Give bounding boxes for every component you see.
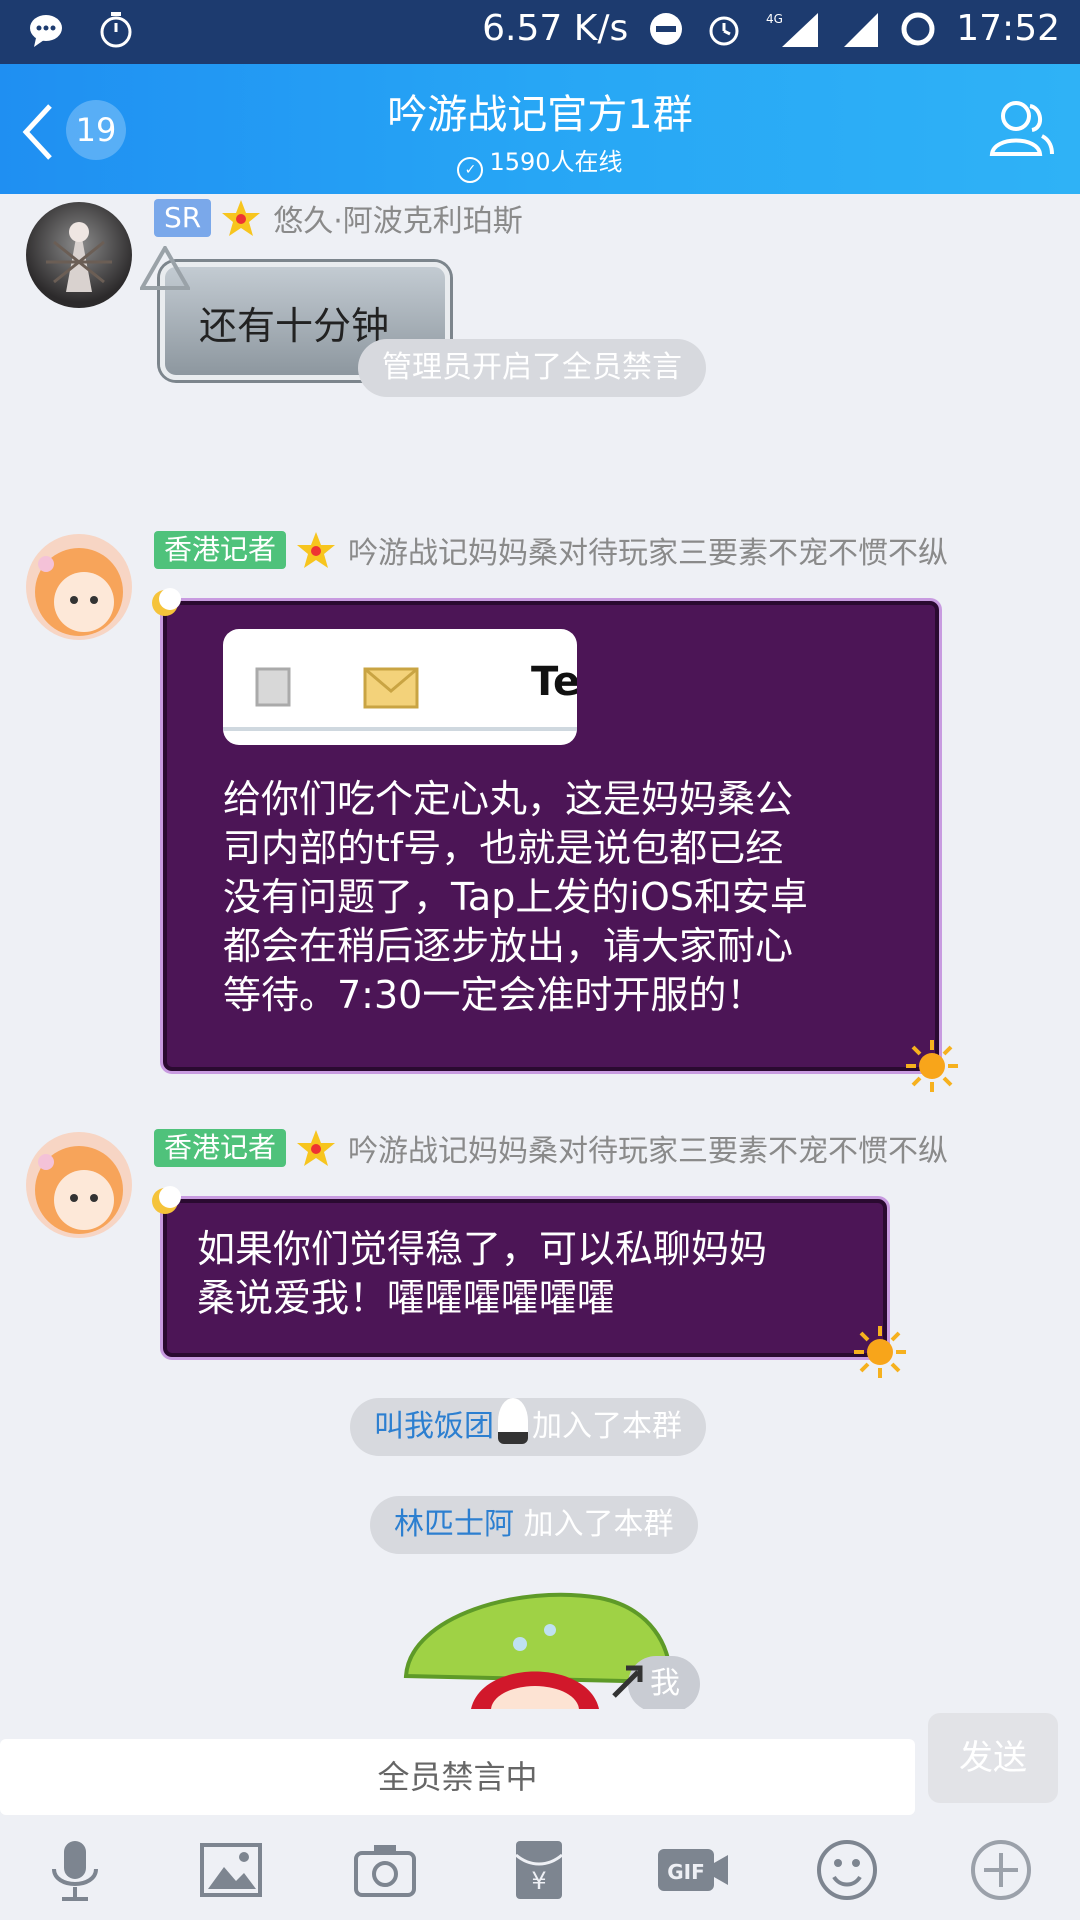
member-tag: 香港记者	[154, 1129, 287, 1167]
timer-icon	[100, 12, 132, 48]
member-tag: 香港记者	[154, 531, 287, 569]
send-button[interactable]: 发送	[928, 1713, 1058, 1803]
message-text: 给你们吃个定心丸，这是妈妈桑公 司内部的tf号，也就是说包都已经 没有问题了，T…	[223, 775, 808, 1020]
group-title: 吟游战记官方1群	[387, 92, 693, 138]
embedded-image[interactable]: Te	[223, 629, 577, 745]
message-bubble[interactable]: Te 给你们吃个定心丸，这是妈妈桑公 司内部的tf号，也就是说包都已经 没有问题…	[160, 598, 942, 1074]
message-text: 如果你们觉得稳了，可以私聊妈妈 桑说爱我！嚯嚯嚯嚯嚯嚯	[197, 1225, 767, 1323]
image-text: Te	[531, 659, 577, 705]
bubble-decoration-icon	[140, 246, 190, 290]
chat-notification-icon	[30, 15, 62, 47]
sender-name: 吟游战记妈妈桑对待玩家三要素不宠不惯不纵	[348, 1134, 949, 1169]
star-icon	[297, 532, 336, 568]
system-notice: 管理员开启了全员禁言	[358, 339, 706, 397]
gif-icon[interactable]: GIF	[656, 1837, 730, 1903]
member-tag: SR	[154, 199, 212, 237]
camera-icon[interactable]	[352, 1837, 418, 1903]
message-line: 如果你们觉得稳了，可以私聊妈妈	[197, 1227, 768, 1271]
microphone-icon[interactable]	[42, 1837, 108, 1903]
input-bar: 全员禁言中 发送 ¥ GIF	[0, 1709, 1080, 1920]
alarm-icon	[709, 16, 739, 45]
group-members-icon[interactable]	[986, 92, 1056, 162]
sun-icon	[906, 1040, 958, 1092]
avatar-image	[35, 548, 123, 636]
clock: 17:52	[956, 8, 1060, 49]
star-icon	[297, 1130, 336, 1166]
onigiri-icon	[498, 1398, 528, 1444]
message-line: 没有问题了，Tap上发的iOS和安卓	[223, 875, 808, 919]
image-icon[interactable]	[198, 1837, 264, 1903]
plus-icon[interactable]	[968, 1837, 1034, 1903]
online-count: ✓ 1590人在线	[0, 142, 1080, 183]
sender-line: 香港记者 吟游战记妈妈桑对待玩家三要素不宠不惯不纵	[154, 530, 949, 571]
arrow-icon	[612, 1665, 643, 1698]
moon-icon	[152, 588, 181, 616]
message-line: 给你们吃个定心丸，这是妈妈桑公	[223, 777, 794, 821]
join-text: 加入了本群	[532, 1409, 682, 1444]
avatar-image	[46, 222, 112, 292]
message-list[interactable]: SR 悠久·阿波克利珀斯 还有十分钟 管理员开启了全员禁言 香港记者 吟游战记妈…	[0, 194, 1080, 1709]
do-not-disturb-icon	[650, 12, 683, 45]
chat-header: 19 吟游战记官方1群 ✓ 1590人在线	[0, 64, 1080, 194]
svg-text:¥: ¥	[531, 1867, 546, 1895]
join-text: 加入了本群	[523, 1507, 674, 1542]
avatar[interactable]	[26, 202, 132, 308]
network-speed: 6.57 K/s	[482, 8, 629, 49]
signal-icon	[844, 12, 879, 47]
message-line: 都会在稍后逐步放出，请大家耐心	[223, 924, 794, 968]
message-line: 等待。7:30一定会准时开服的！	[223, 973, 765, 1017]
sender-name: 吟游战记妈妈桑对待玩家三要素不宠不惯不纵	[348, 536, 949, 571]
red-packet-icon[interactable]: ¥	[506, 1837, 572, 1903]
joined-user-name[interactable]: 林匹士阿	[394, 1507, 514, 1542]
svg-text:GIF: GIF	[667, 1860, 705, 1884]
sender-line: 香港记者 吟游战记妈妈桑对待玩家三要素不宠不惯不纵	[154, 1128, 949, 1169]
message-text: 还有十分钟	[199, 304, 390, 348]
sun-icon	[854, 1326, 906, 1378]
message-line: 司内部的tf号，也就是说包都已经	[223, 826, 784, 870]
image-divider	[223, 727, 577, 731]
moon-icon	[152, 1186, 181, 1214]
join-notice: 叫我饭团 加入了本群	[350, 1398, 706, 1456]
join-notice: 林匹士阿 加入了本群	[370, 1496, 698, 1554]
message-bubble[interactable]: 如果你们觉得稳了，可以私聊妈妈 桑说爱我！嚯嚯嚯嚯嚯嚯	[160, 1196, 890, 1360]
star-icon	[222, 200, 261, 236]
battery-circle-icon	[901, 12, 935, 45]
sender-line: SR 悠久·阿波克利珀斯	[154, 198, 523, 239]
avatar[interactable]	[26, 1132, 132, 1238]
status-bar: 6.57 K/s 4G 17:52	[0, 0, 1080, 64]
message-input[interactable]: 全员禁言中	[0, 1739, 915, 1815]
joined-user-name[interactable]: 叫我饭团	[374, 1409, 494, 1444]
blank-icon	[255, 667, 291, 707]
emoji-icon[interactable]	[814, 1837, 880, 1903]
avatar-image	[35, 1146, 123, 1234]
sender-name: 悠久·阿波克利珀斯	[273, 204, 523, 239]
online-check-icon: ✓	[457, 157, 484, 183]
mail-icon	[363, 667, 419, 709]
online-count-text: 1590人在线	[489, 148, 623, 176]
message-line: 桑说爱我！嚯嚯嚯嚯嚯嚯	[197, 1276, 616, 1320]
avatar[interactable]	[26, 534, 132, 640]
svg-text:4G: 4G	[766, 12, 783, 26]
signal-4g-icon: 4G	[766, 12, 819, 47]
